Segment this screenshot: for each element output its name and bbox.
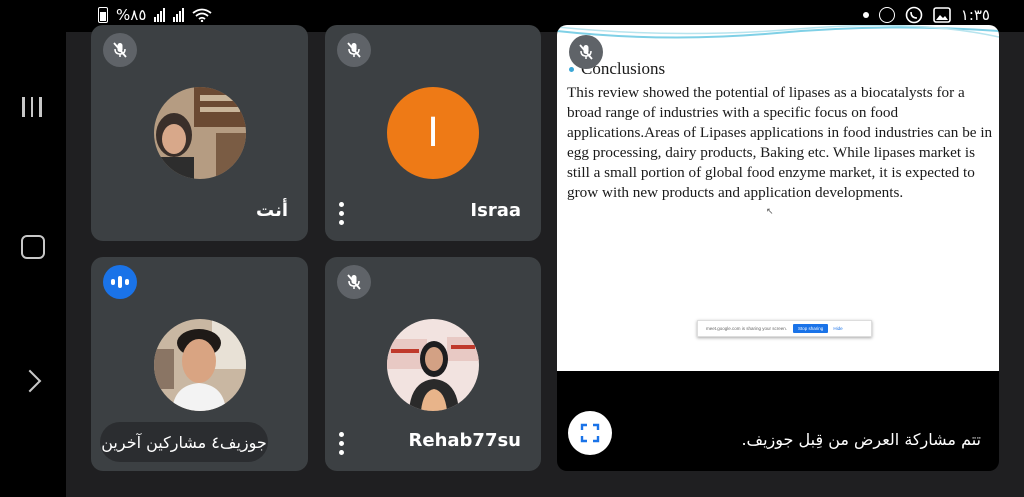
avatar: I xyxy=(387,87,479,179)
fullscreen-button[interactable] xyxy=(568,411,612,455)
avatar xyxy=(154,87,246,179)
gallery-icon xyxy=(932,7,951,23)
navigation-bar xyxy=(0,0,66,497)
battery-percent: %٨٥ xyxy=(116,6,147,24)
participant-tile-israa[interactable]: I Israa xyxy=(325,25,541,241)
mic-off-icon xyxy=(103,33,137,67)
mic-off-icon xyxy=(337,33,371,67)
home-icon[interactable] xyxy=(21,235,45,259)
slide-body: This review showed the potential of lipa… xyxy=(567,84,993,201)
presentation-tile[interactable]: Conclusions This review showed the poten… xyxy=(557,25,999,471)
recents-icon[interactable] xyxy=(22,97,42,117)
slide-decoration xyxy=(557,25,999,39)
notification-dot-icon xyxy=(862,12,869,18)
other-participants-label: ٤ مشاركين آخرين xyxy=(101,432,220,452)
signal-icon xyxy=(173,8,185,22)
share-bar-text: meet.google.com is sharing your screen. xyxy=(706,326,788,331)
whatsapp-icon xyxy=(905,6,923,24)
fullscreen-icon xyxy=(580,423,600,443)
shared-slide: Conclusions This review showed the poten… xyxy=(557,25,999,371)
other-participants-button[interactable]: جوزيف ٤ مشاركين آخرين xyxy=(100,422,268,462)
more-options-icon[interactable] xyxy=(339,202,345,225)
participant-name: جوزيف xyxy=(219,432,267,452)
cursor-icon: ↖ xyxy=(766,206,774,216)
avatar-initial: I xyxy=(427,110,439,156)
bullet-icon xyxy=(569,67,574,72)
clock: ١:٣٥ xyxy=(960,6,990,24)
speaking-indicator-icon xyxy=(103,265,137,299)
participant-name: أنت xyxy=(256,200,288,221)
participant-name: Israa xyxy=(470,200,521,221)
avatar xyxy=(154,319,246,411)
mic-off-icon xyxy=(569,35,603,69)
participant-tile-rehab[interactable]: Rehab77su xyxy=(325,257,541,471)
circle-app-icon xyxy=(878,7,895,23)
screen-share-bar: meet.google.com is sharing your screen. … xyxy=(697,320,872,337)
status-right: ١:٣٥ xyxy=(862,6,990,24)
battery-icon xyxy=(98,7,108,23)
back-icon[interactable] xyxy=(18,369,42,393)
stop-sharing-button[interactable]: Stop sharing xyxy=(793,324,829,333)
participant-name: Rehab77su xyxy=(408,430,522,451)
wifi-icon xyxy=(192,8,212,22)
hide-link[interactable]: Hide xyxy=(833,326,842,331)
signal-icon xyxy=(154,8,166,22)
status-left: %٨٥ xyxy=(98,6,212,24)
mic-off-icon xyxy=(337,265,371,299)
avatar xyxy=(387,319,479,411)
participant-tile-you[interactable]: أنت xyxy=(91,25,308,241)
presentation-caption: تتم مشاركة العرض من قِبل جوزيف. xyxy=(741,430,981,449)
more-options-icon[interactable] xyxy=(339,432,345,455)
